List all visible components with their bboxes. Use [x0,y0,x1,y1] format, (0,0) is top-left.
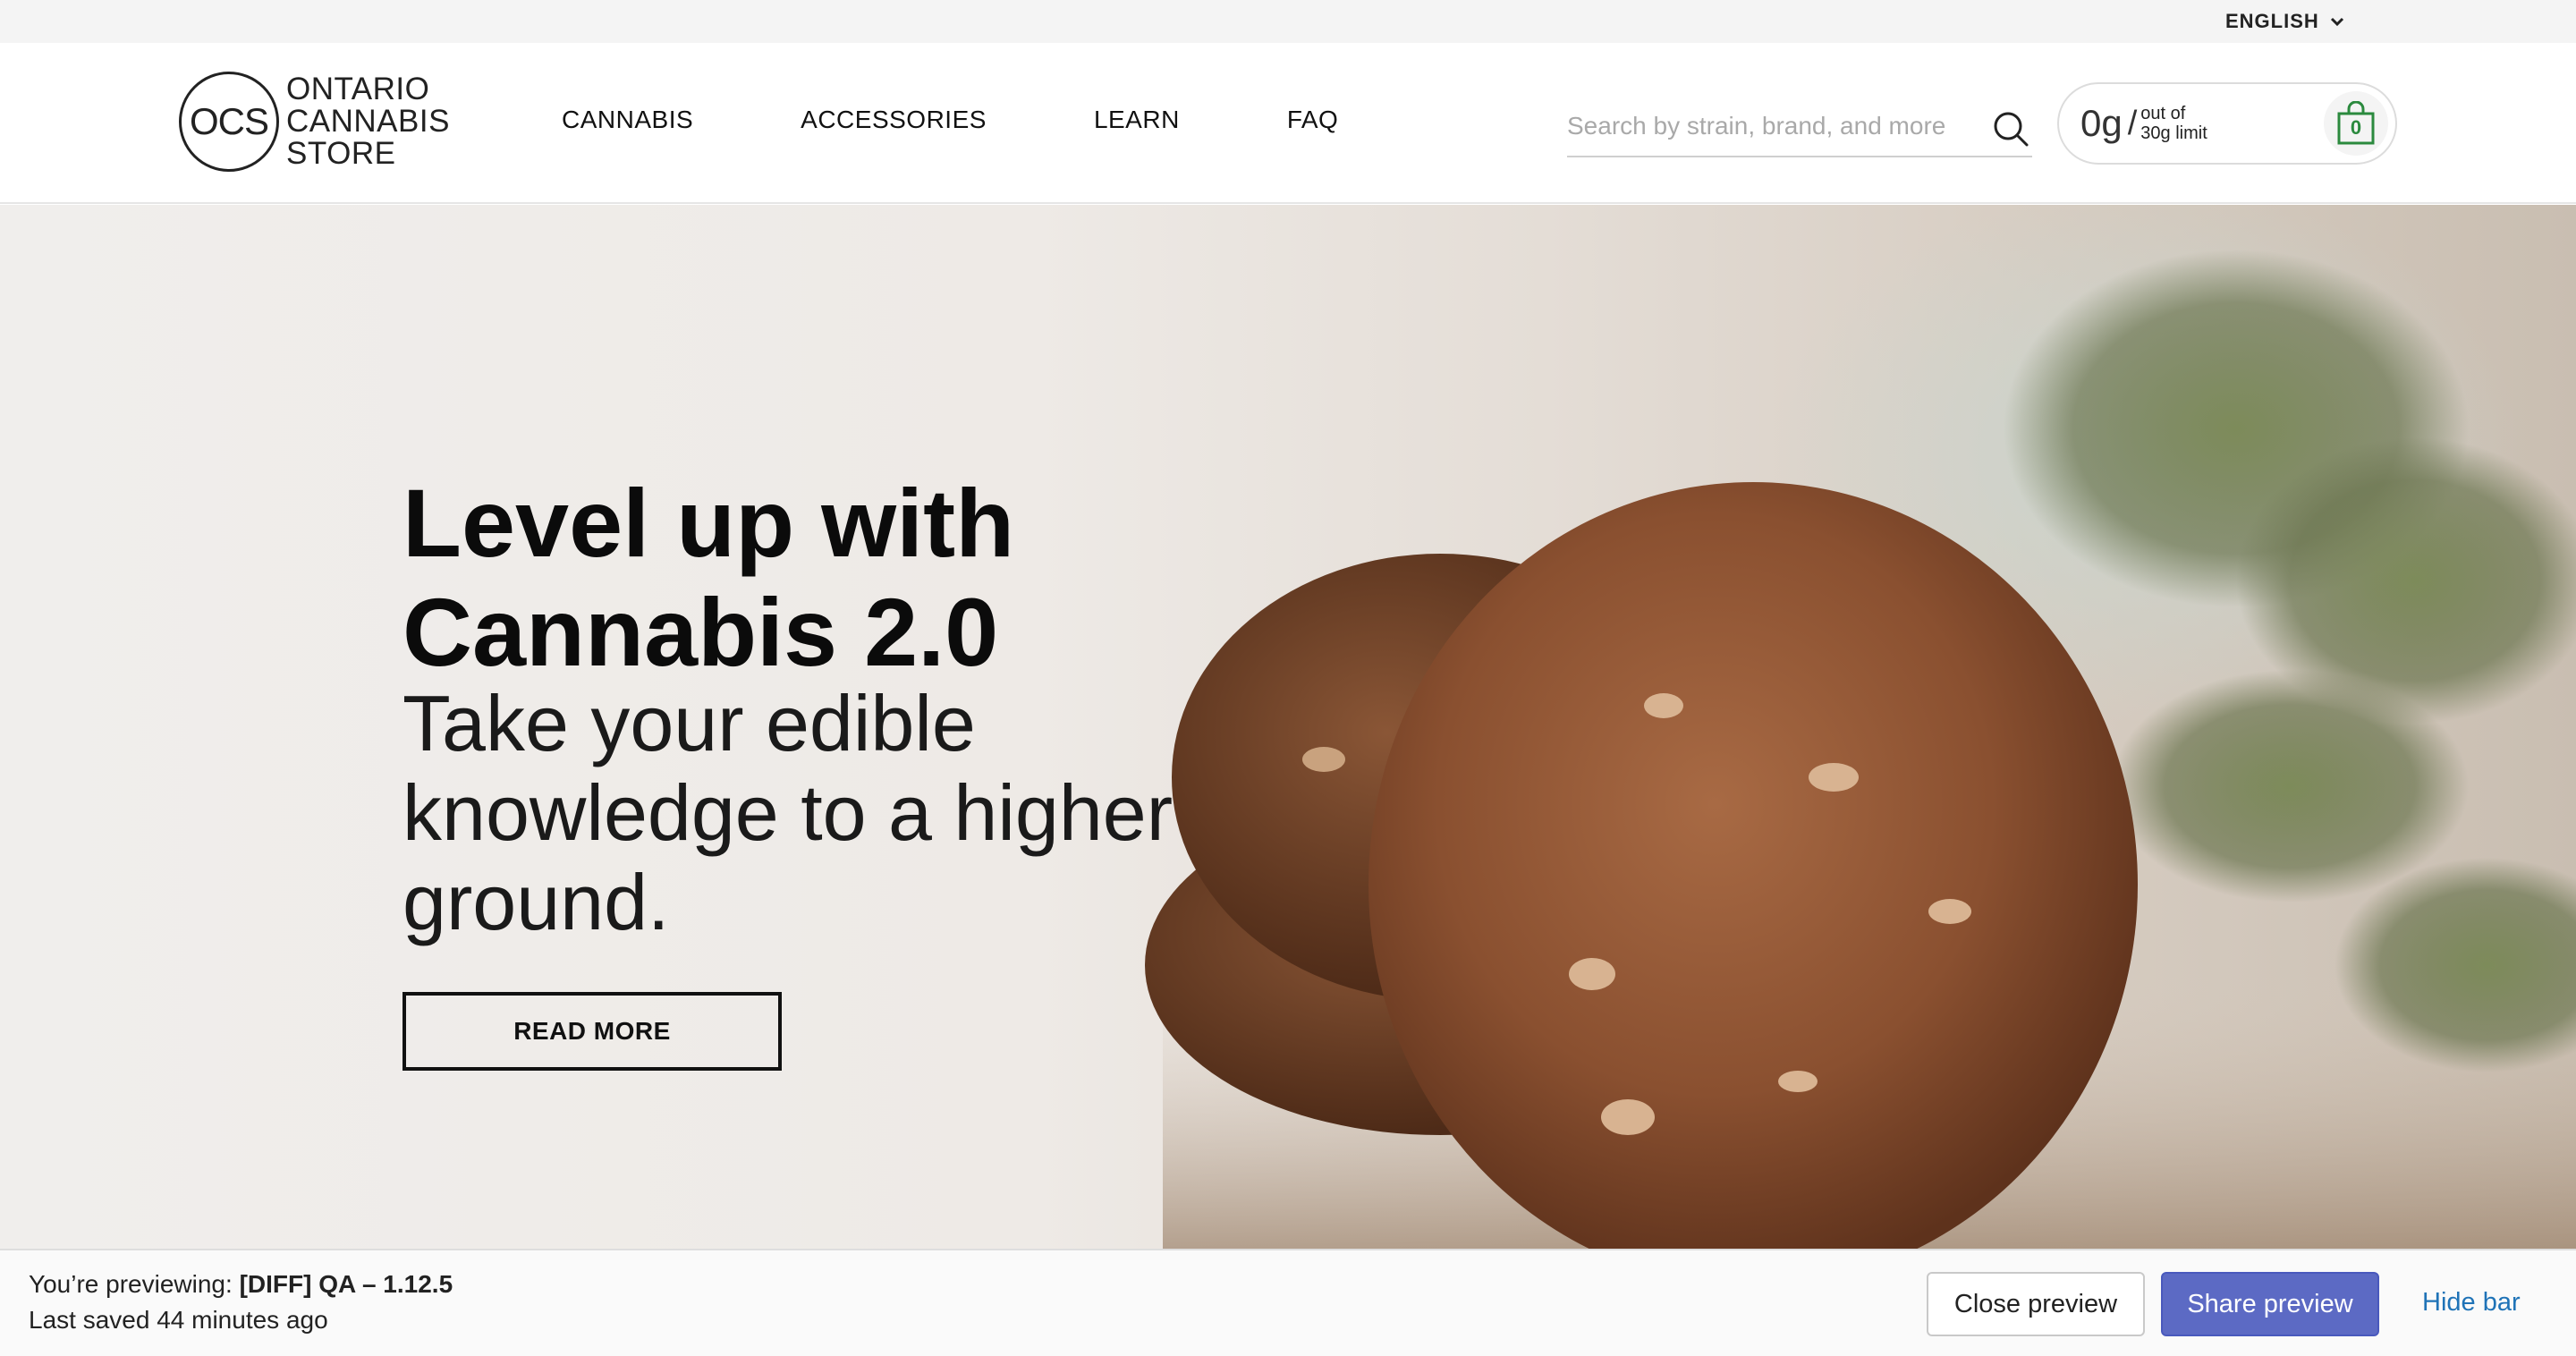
close-preview-button[interactable]: Close preview [1927,1272,2145,1336]
nav-item-faq[interactable]: FAQ [1287,106,1339,134]
language-label: ENGLISH [2225,10,2319,32]
search-input[interactable] [1567,106,1961,147]
read-more-button[interactable]: READ MORE [402,992,782,1071]
limit-caption-line-1: out of [2140,104,2186,123]
preview-prefix: You’re previewing: [29,1270,240,1298]
logo-wordmark: ONTARIO CANNABIS STORE [286,73,450,170]
preview-last-saved: Last saved 44 minutes ago [29,1306,328,1334]
search-icon[interactable] [1991,109,2030,148]
utility-bar: ENGLISH [0,0,2576,43]
hero-title: Level up with Cannabis 2.0 [402,469,1297,687]
hero-subtitle-line-3: ground. [402,858,670,946]
language-selector[interactable]: ENGLISH [2225,9,2346,34]
purchase-limit-widget[interactable]: 0g / out of 30g limit 0 [2057,82,2397,165]
hero-title-line-1: Level up with [402,469,1015,577]
nav-item-learn[interactable]: LEARN [1094,106,1180,134]
ocs-logo[interactable]: OCS ONTARIO CANNABIS STORE [179,72,450,172]
hero-subtitle: Take your edible knowledge to a higher g… [402,679,1208,947]
hide-bar-link[interactable]: Hide bar [2422,1288,2521,1318]
logo-line-2: CANNABIS [286,104,450,139]
limit-caption: out of 30g limit [2140,104,2207,143]
logo-line-1: ONTARIO [286,72,430,106]
nav-item-cannabis[interactable]: CANNABIS [562,106,693,134]
preview-theme-name: [DIFF] QA – 1.12.5 [239,1270,453,1298]
hero-cookies-image [1145,205,2576,1249]
logo-line-3: STORE [286,136,396,171]
share-preview-button[interactable]: Share preview [2161,1272,2379,1336]
hero-subtitle-line-2: knowledge to a higher [402,768,1174,857]
limit-caption-line-2: 30g limit [2140,123,2207,143]
theme-preview-bar: You’re previewing: [DIFF] QA – 1.12.5 La… [0,1249,2576,1356]
limit-amount: 0g [2080,102,2123,144]
logo-mark: OCS [179,72,279,172]
preview-status: You’re previewing: [DIFF] QA – 1.12.5 [29,1270,453,1299]
chevron-down-icon [2330,17,2343,27]
cart-button[interactable]: 0 [2324,91,2388,156]
limit-slash: / [2127,104,2138,142]
hero-title-line-2: Cannabis 2.0 [402,578,999,686]
hero-subtitle-line-1: Take your edible [402,679,976,767]
cart-count: 0 [2350,116,2362,139]
site-header: OCS ONTARIO CANNABIS STORE CANNABIS ACCE… [0,43,2576,204]
search-bar [1567,97,2032,157]
main-nav: CANNABIS ACCESSORIES LEARN FAQ [562,106,1338,134]
hero-banner: Level up with Cannabis 2.0 Take your edi… [0,205,2576,1249]
nav-item-accessories[interactable]: ACCESSORIES [801,106,987,134]
